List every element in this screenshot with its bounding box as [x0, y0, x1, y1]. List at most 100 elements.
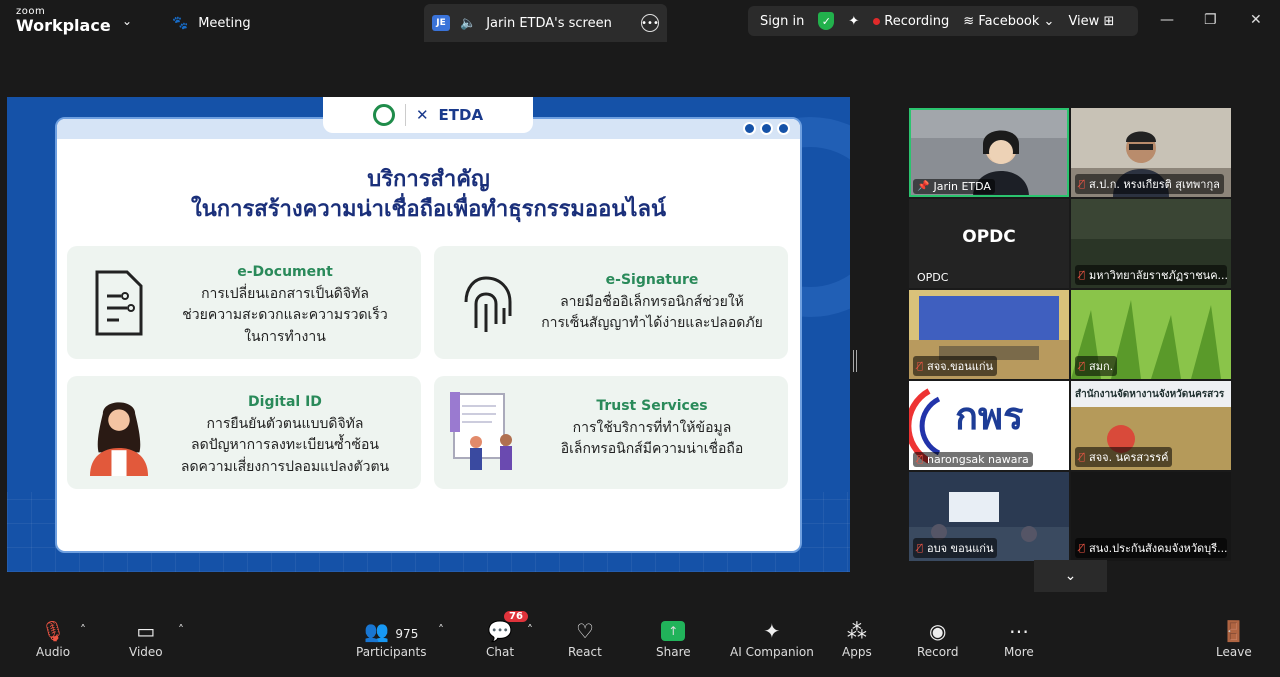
chat-unread-badge: 76: [504, 611, 528, 622]
slide-window: บริการสำคัญ ในการสร้างความน่าเชื่อถือเพื…: [55, 117, 802, 553]
mic-off-icon: 🎙̸: [917, 454, 924, 465]
participant-name-text: สจจ.ขอนแก่น: [927, 360, 994, 373]
mic-muted-icon: 🎙: [40, 619, 66, 643]
participant-name-text: ส.ป.ก. หรงเกียรติ สุเทพากุล: [1089, 178, 1220, 191]
share-button[interactable]: ↑ Share: [656, 617, 691, 659]
participants-options-caret[interactable]: ˄: [438, 623, 444, 637]
mic-off-icon: 🎙̸: [1079, 178, 1086, 190]
tab-meeting-label: Meeting: [198, 15, 251, 31]
participant-name: 🎙̸ มหาวิทยาลัยราชภัฏราชนค...: [1075, 265, 1227, 285]
paw-icon: 🐾: [172, 15, 189, 31]
speaker-icon[interactable]: 🔈: [460, 16, 476, 31]
participant-tile[interactable]: 🎙̸ อบจ ขอนแก่น: [909, 472, 1069, 561]
mic-off-icon: 🎙̸: [1079, 360, 1086, 372]
ai-companion-label: AI Companion: [730, 645, 814, 659]
card-trust-services: Trust Services การใช้บริการที่ทำให้ข้อมู…: [434, 376, 788, 489]
document-circuit-icon: [95, 270, 143, 336]
ai-companion-button[interactable]: ✦ AI Companion: [730, 617, 814, 659]
leave-icon: 🚪: [1221, 619, 1247, 643]
participant-name: 🎙̸ อบจ ขอนแก่น: [913, 538, 998, 558]
participant-name-text: สจจ. นครสวรรค์: [1089, 451, 1169, 464]
resize-handle[interactable]: [853, 350, 857, 372]
participant-tile[interactable]: 📌 Jarin ETDA: [909, 108, 1069, 197]
participant-tile[interactable]: 🎙̸ สนง.ประกันสังคมจังหวัดบุรี...: [1071, 472, 1231, 561]
participant-name: 🎙̸ สมก.: [1075, 356, 1118, 376]
record-label: Record: [917, 645, 959, 659]
mic-off-icon: 🎙̸: [917, 542, 924, 554]
participants-button[interactable]: 👥 975 Participants: [356, 617, 427, 659]
participant-name-text: narongsak nawara: [927, 453, 1029, 466]
sparkle-icon[interactable]: ✦: [848, 14, 859, 29]
mic-off-icon: 🎙̸: [1079, 542, 1086, 554]
brand-line2: Workplace: [16, 16, 111, 35]
fingerprint-icon: [464, 276, 512, 332]
more-icon: ⋯: [1008, 619, 1029, 643]
participant-name: 🎙̸ ส.ป.ก. หรงเกียรติ สุเทพากุล: [1075, 174, 1224, 194]
person-avatar-icon: [89, 402, 149, 476]
card-e-document: e-Document การเปลี่ยนเอกสารเป็นดิจิทัล ช…: [67, 246, 421, 359]
participant-name-text: มหาวิทยาลัยราชภัฏราชนค...: [1089, 269, 1227, 282]
apps-button[interactable]: ⁂ Apps: [842, 617, 872, 659]
video-button[interactable]: ▭ Video: [129, 617, 163, 659]
etda-logo-icon: ✕: [415, 106, 429, 124]
participant-tile[interactable]: สำนักงานจัดหางานจังหวัดนครสวร 🎙̸ สจจ. นคร…: [1071, 381, 1231, 470]
participant-name-text: สมก.: [1089, 360, 1114, 373]
recording-label: Recording: [884, 13, 950, 29]
share-label: Share: [656, 645, 691, 659]
participant-tile[interactable]: กพร 🎙̸ narongsak nawara: [909, 381, 1069, 470]
audio-label: Audio: [36, 645, 71, 659]
react-label: React: [568, 645, 602, 659]
video-options-caret[interactable]: ˄: [178, 623, 184, 637]
react-button[interactable]: ♡ React: [568, 617, 602, 659]
view-menu[interactable]: View ⊞: [1068, 14, 1114, 29]
view-label: View: [1068, 13, 1100, 29]
chevron-down-icon: ⌄: [1064, 568, 1077, 584]
audio-options-caret[interactable]: ˄: [80, 623, 86, 637]
restore-icon[interactable]: ❐: [1204, 12, 1217, 28]
card-line: ลายมือชื่ออิเล็กทรอนิกส์ช่วยให้: [560, 293, 744, 310]
logo-divider: [404, 104, 406, 126]
participant-tile[interactable]: OPDC OPDC: [909, 199, 1069, 288]
tab-screen-share[interactable]: JE 🔈 Jarin ETDA's screen •••: [424, 4, 667, 42]
live-stream-label: Facebook: [978, 13, 1040, 29]
close-icon[interactable]: ✕: [1250, 12, 1262, 28]
record-button[interactable]: ◉ Record: [917, 617, 958, 659]
recording-indicator[interactable]: Recording: [873, 14, 949, 29]
participant-tile[interactable]: 🎙̸ สจจ.ขอนแก่น: [909, 290, 1069, 379]
record-icon: ◉: [929, 619, 947, 643]
leave-button[interactable]: 🚪 Leave: [1216, 617, 1252, 659]
participant-name: 🎙̸ สนง.ประกันสังคมจังหวัดบุรี...: [1075, 538, 1227, 558]
card-title: Digital ID: [248, 394, 322, 410]
more-label: More: [1004, 645, 1034, 659]
more-button[interactable]: ⋯ More: [1004, 617, 1034, 659]
more-options-icon[interactable]: •••: [641, 14, 659, 32]
gallery-next-page-button[interactable]: ⌄: [1034, 560, 1107, 592]
participants-count: 975: [395, 627, 419, 641]
participant-tile[interactable]: 🎙̸ ส.ป.ก. หรงเกียรติ สุเทพากุล: [1071, 108, 1231, 197]
slide-title-line2: ในการสร้างความน่าเชื่อถือเพื่อทำธุรกรรมอ…: [191, 196, 666, 222]
apps-label: Apps: [842, 645, 872, 659]
zoom-logo: zoom Workplace: [16, 7, 111, 34]
video-label: Video: [129, 645, 163, 659]
card-line: การยืนยันตัวตนแบบดิจิทัล: [206, 415, 364, 432]
shield-icon[interactable]: ✓: [818, 12, 835, 30]
participant-name: OPDC: [913, 270, 952, 285]
tab-meeting[interactable]: 🐾 Meeting: [172, 11, 251, 35]
participant-tile[interactable]: 🎙̸ มหาวิทยาลัยราชภัฏราชนค...: [1071, 199, 1231, 288]
card-title: e-Document: [237, 264, 333, 280]
minimize-icon[interactable]: —: [1160, 12, 1174, 28]
card-title: Trust Services: [596, 398, 708, 414]
chat-button[interactable]: 💬 76 Chat: [486, 611, 528, 659]
card-line: ช่วยความสะดวกและความรวดเร็ว: [182, 307, 388, 324]
participant-name-text: OPDC: [917, 271, 949, 284]
sign-in-link[interactable]: Sign in: [760, 14, 804, 29]
chat-options-caret[interactable]: ˄: [527, 623, 533, 637]
mic-off-icon: 🎙̸: [917, 360, 924, 372]
chevron-down-icon[interactable]: ⌄: [122, 14, 132, 28]
audio-button[interactable]: 🎙 Audio: [36, 617, 70, 659]
live-stream-indicator[interactable]: ≋ Facebook ⌄: [963, 14, 1054, 29]
participant-tile[interactable]: 🎙̸ สมก.: [1071, 290, 1231, 379]
card-e-signature: e-Signature ลายมือชื่ออิเล็กทรอนิกส์ช่วย…: [434, 246, 788, 359]
card-digital-id: Digital ID การยืนยันตัวตนแบบดิจิทัล ลดปั…: [67, 376, 421, 489]
participant-name: 🎙̸ สจจ. นครสวรรค์: [1075, 447, 1173, 467]
